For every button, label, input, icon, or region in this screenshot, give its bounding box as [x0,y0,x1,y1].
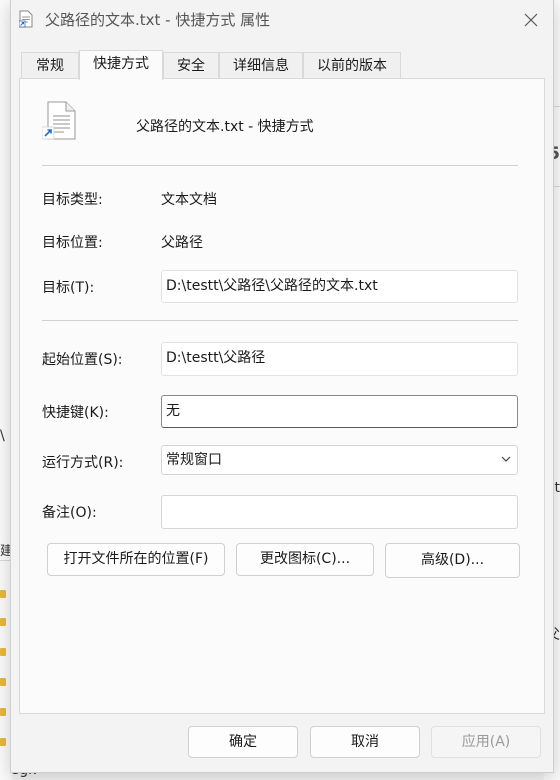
folder-icon [0,678,6,686]
tab-previous-versions[interactable]: 以前的版本 [303,52,401,79]
divider [42,165,518,166]
run-select[interactable]: 常规窗口 [161,445,518,475]
title-bar: 父路径的文本.txt - 快捷方式 属性 [11,0,553,40]
chevron-down-icon [501,456,511,462]
run-label: 运行方式(R): [42,455,124,471]
folder-icon [0,708,6,716]
open-file-location-button[interactable]: 打开文件所在的位置(F) [47,543,225,576]
apply-button[interactable]: 应用(A) [431,726,541,758]
change-icon-button[interactable]: 更改图标(C)... [236,543,374,576]
background-text: \ [0,428,5,444]
start-in-field[interactable]: D:\testt\父路径 [161,342,518,376]
target-label: 目标(T): [42,280,95,296]
shortcut-panel: 父路径的文本.txt - 快捷方式 目标类型: 文本文档 目标位置: 父路径 目… [19,78,545,714]
folder-icon [0,618,6,626]
close-button[interactable] [511,4,551,36]
advanced-button[interactable]: 高级(D)... [385,543,520,578]
target-type-value: 文本文档 [161,192,217,208]
start-in-label: 起始位置(S): [42,352,123,368]
ok-button[interactable]: 确定 [188,726,298,758]
tab-general[interactable]: 常规 [21,52,79,79]
tab-details[interactable]: 详细信息 [219,52,303,79]
shortcut-file-icon [42,101,76,140]
shortcut-file-icon [19,10,33,28]
target-field[interactable]: D:\testt\父路径\父路径的文本.txt [161,270,518,303]
window-title: 父路径的文本.txt - 快捷方式 属性 [45,11,271,29]
tab-shortcut[interactable]: 快捷方式 [79,50,163,80]
target-type-label: 目标类型: [42,192,103,208]
tab-security[interactable]: 安全 [163,52,219,79]
shortcut-key-label: 快捷键(K): [42,405,109,421]
target-location-label: 目标位置: [42,235,103,251]
run-select-value: 常规窗口 [166,452,222,468]
comment-field[interactable] [161,495,518,529]
cancel-button[interactable]: 取消 [310,726,420,758]
folder-icon [0,590,6,598]
shortcut-name: 父路径的文本.txt - 快捷方式 [136,119,314,135]
comment-label: 备注(O): [42,505,97,521]
close-icon [524,13,538,27]
folder-icon [0,648,6,656]
shortcut-key-field[interactable]: 无 [161,395,518,428]
folder-icon [0,738,6,746]
properties-dialog: 父路径的文本.txt - 快捷方式 属性 常规 快捷方式 安全 详细信息 以前的… [10,0,554,773]
divider [42,320,518,321]
target-location-value: 父路径 [161,235,203,251]
